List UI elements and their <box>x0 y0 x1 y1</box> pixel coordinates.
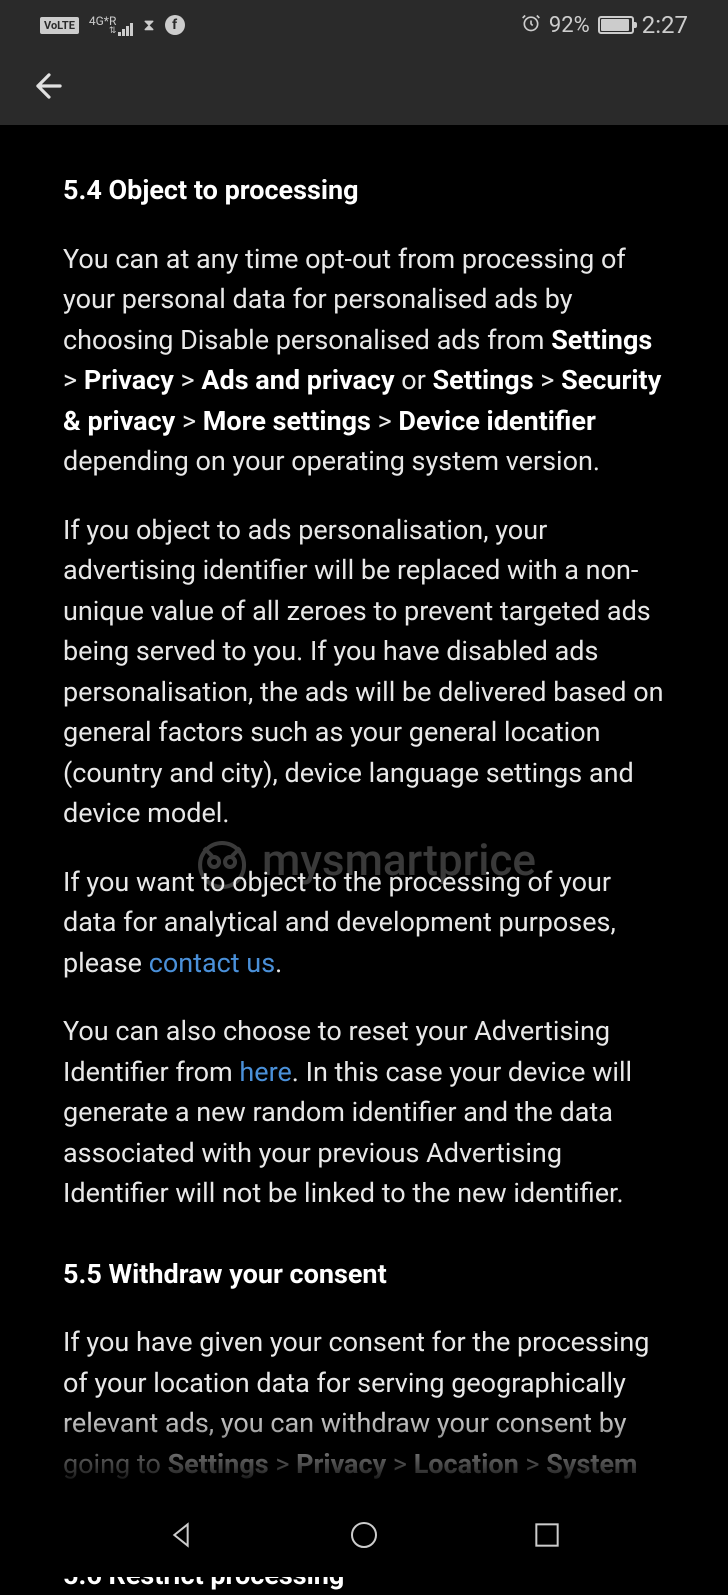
signal-icon <box>118 22 133 36</box>
nav-back-button[interactable] <box>165 1519 197 1555</box>
battery-percent: 92% <box>549 13 590 38</box>
section-5-4-heading: 5.4 Object to processing <box>63 170 665 211</box>
nav-home-button[interactable] <box>348 1519 380 1555</box>
facebook-icon: f <box>165 15 185 35</box>
network-indicator: 4G*R <box>89 15 116 27</box>
here-link[interactable]: here <box>239 1056 291 1088</box>
section-5-5-heading: 5.5 Withdraw your consent <box>63 1254 665 1295</box>
status-left: VoLTE 4G*R ⇅ ⧗ f <box>40 15 185 36</box>
section-5-5-p1: If you have given your consent for the p… <box>63 1322 665 1525</box>
section-5-4-p1: You can at any time opt-out from process… <box>63 239 665 482</box>
back-button[interactable] <box>30 67 68 109</box>
nav-bar <box>0 1497 728 1577</box>
clock: 2:27 <box>642 11 688 39</box>
content-scroll[interactable]: 5.4 Object to processing You can at any … <box>0 125 728 1595</box>
contact-us-link[interactable]: contact us <box>149 947 275 979</box>
section-5-4-p4: You can also choose to reset your Advert… <box>63 1011 665 1214</box>
section-5-4-p3: If you want to object to the processing … <box>63 862 665 984</box>
status-bar: VoLTE 4G*R ⇅ ⧗ f 92% 2:27 <box>0 0 728 50</box>
section-5-4-p2: If you object to ads personalisation, yo… <box>63 510 665 834</box>
app-bar <box>0 50 728 125</box>
status-right: 92% 2:27 <box>521 11 688 39</box>
volte-badge: VoLTE <box>40 17 79 34</box>
hourglass-icon: ⧗ <box>143 15 154 35</box>
alarm-icon <box>521 13 541 38</box>
nav-recents-button[interactable] <box>531 1519 563 1555</box>
battery-icon <box>598 16 634 34</box>
